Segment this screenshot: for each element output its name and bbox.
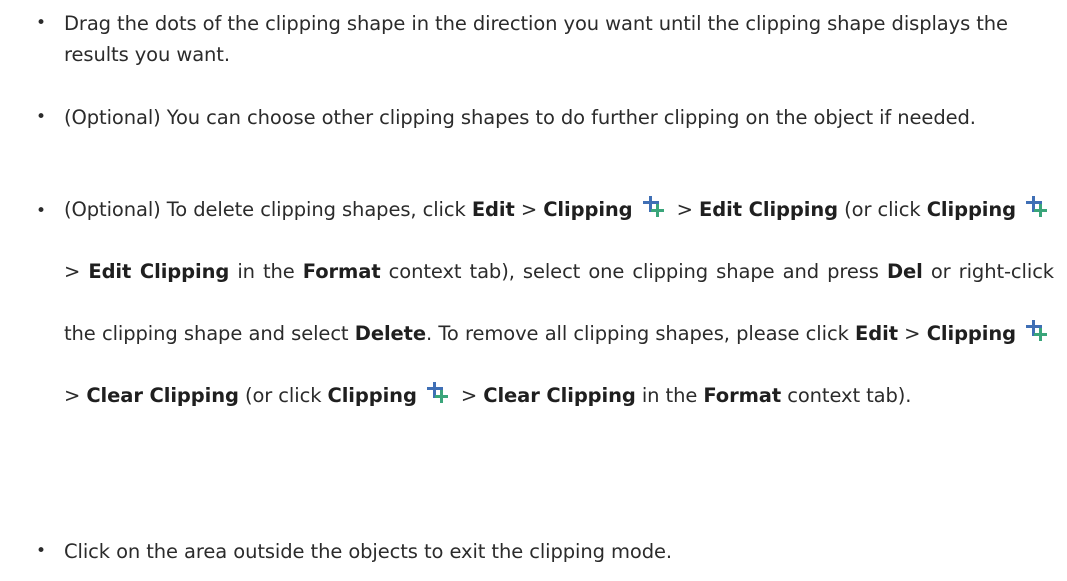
format-tab-label: Format: [703, 384, 782, 407]
clipping-icon: [641, 196, 667, 218]
menu-clipping: Clipping: [926, 198, 1017, 221]
menu-clipping: Clipping: [926, 322, 1017, 345]
clipping-icon: [1024, 320, 1050, 342]
list-item-text: (Optional) To delete clipping shapes, cl…: [64, 196, 1055, 407]
bullet: •: [36, 13, 47, 33]
menu-edit-clipping: Edit Clipping: [699, 198, 838, 221]
menu-clipping: Clipping: [543, 198, 633, 221]
list-item-text: Drag the dots of the clipping shape in t…: [64, 12, 1008, 66]
menu-clear-clipping: Clear Clipping: [86, 384, 239, 407]
format-tab-label: Format: [302, 260, 381, 283]
menu-edit-clipping: Edit Clipping: [88, 260, 230, 283]
menu-delete: Delete: [354, 322, 427, 345]
bullet: •: [36, 201, 47, 221]
menu-clear-clipping: Clear Clipping: [483, 384, 636, 407]
menu-edit: Edit: [471, 198, 515, 221]
document: • Drag the dots of the clipping shape in…: [0, 0, 1067, 581]
list-item-text: Click on the area outside the objects to…: [64, 540, 672, 563]
clipping-icon: [1024, 196, 1050, 218]
clipping-icon: [425, 382, 451, 404]
list-item-text: (Optional) You can choose other clipping…: [64, 106, 976, 129]
bullet: •: [36, 107, 47, 127]
menu-edit: Edit: [855, 322, 898, 345]
key-del: Del: [886, 260, 923, 283]
menu-clipping: Clipping: [327, 384, 417, 407]
bullet: •: [36, 541, 47, 561]
